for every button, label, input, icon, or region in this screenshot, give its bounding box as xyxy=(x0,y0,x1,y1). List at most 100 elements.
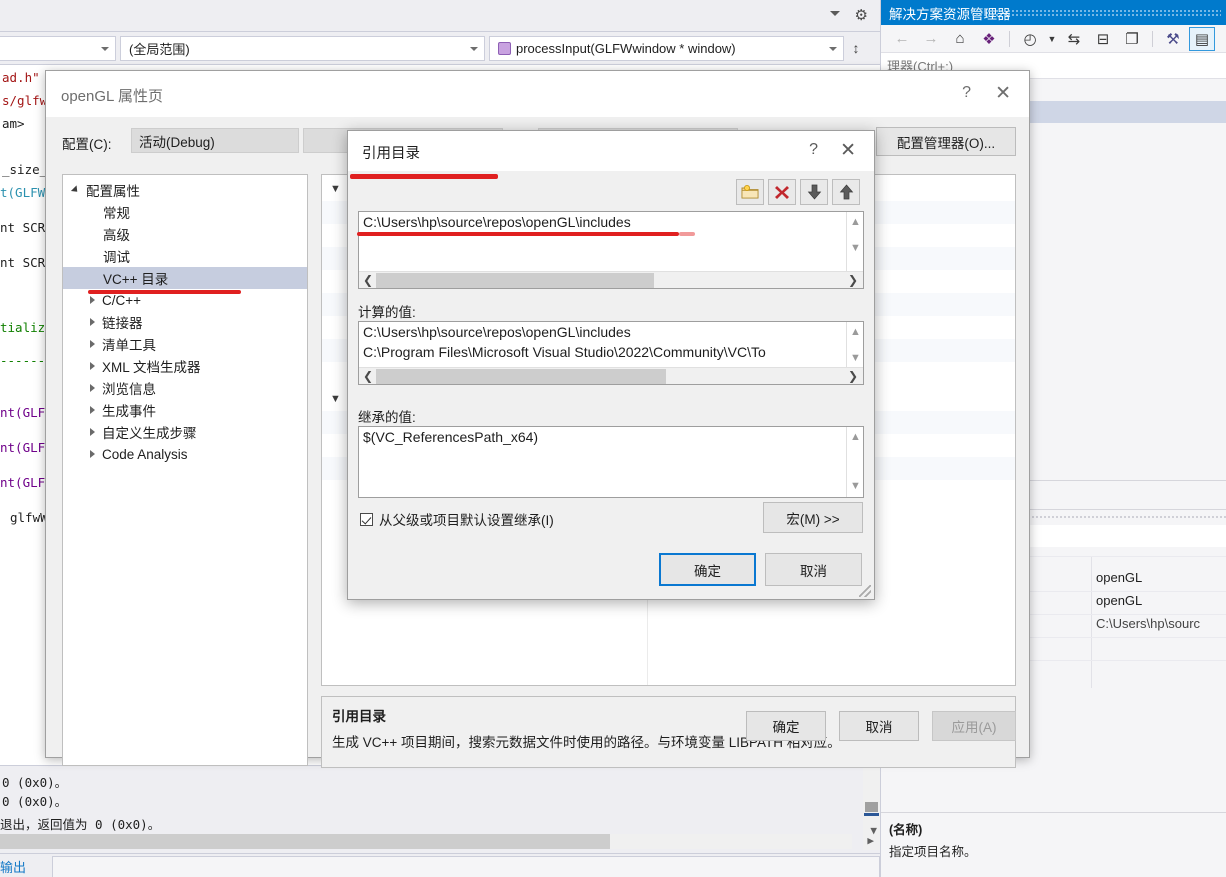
reference-dialog-toolbar xyxy=(736,179,860,205)
scroll-down-icon[interactable]: ▼ xyxy=(847,478,864,495)
tree-item-vcpp-directories[interactable]: VC++ 目录 xyxy=(63,267,307,289)
inherited-value-box[interactable]: $(VC_ReferencesPath_x64) ▲ ▼ xyxy=(358,426,864,498)
tree-item-label: VC++ 目录 xyxy=(103,272,169,287)
scroll-right-icon[interactable]: ❯ xyxy=(845,272,861,289)
sync-icon[interactable]: ⇆ xyxy=(1061,27,1087,51)
wrench-icon[interactable]: ⚒ xyxy=(1160,27,1186,51)
scroll-up-icon[interactable]: ▲ xyxy=(847,214,864,231)
delete-icon[interactable] xyxy=(768,179,796,205)
list-horizontal-scrollbar[interactable]: ❮ ❯ xyxy=(359,271,863,288)
tree-item-xml-doc-generator[interactable]: XML 文档生成器 xyxy=(63,355,307,377)
collapsed-arrow-icon[interactable] xyxy=(90,428,95,436)
cancel-button[interactable]: 取消 xyxy=(839,711,919,741)
collapse-all-icon[interactable]: ⊟ xyxy=(1090,27,1116,51)
reference-directories-dialog: 引用目录 ? ✕ C:\Users\hp\source\repos\openGL… xyxy=(347,130,875,600)
scroll-left-icon[interactable]: ❮ xyxy=(360,272,376,289)
pending-changes-icon[interactable]: ◴ xyxy=(1017,27,1043,51)
move-up-icon[interactable] xyxy=(832,179,860,205)
properties-description-text: 指定项目名称。 xyxy=(889,845,977,859)
collapsed-arrow-icon[interactable] xyxy=(90,318,95,326)
code-line: nt SCR xyxy=(0,255,46,270)
scope-selector-value: (全局范围) xyxy=(129,41,190,57)
forward-icon[interactable]: → xyxy=(918,27,944,51)
chevron-down-icon[interactable] xyxy=(830,11,840,16)
property-tree[interactable]: 配置属性 常规 高级 调试 VC++ 目录 C/C++ 链接器 清单工具 XML… xyxy=(62,174,308,766)
scrollbar-thumb[interactable] xyxy=(865,802,878,812)
output-pane[interactable]: 0 (0x0)。 0 (0x0)。 退出，返回值为 0 (0x0)。 ▼ ▶ 输… xyxy=(0,765,880,877)
tree-item-browse-information[interactable]: 浏览信息 xyxy=(63,377,307,399)
scroll-left-icon[interactable]: ❮ xyxy=(360,368,376,385)
new-folder-icon[interactable] xyxy=(736,179,764,205)
project-selector-combo[interactable] xyxy=(0,35,116,61)
move-down-icon[interactable] xyxy=(800,179,828,205)
configuration-manager-button[interactable]: 配置管理器(O)... xyxy=(876,127,1016,156)
copy-icon[interactable]: ❐ xyxy=(1119,27,1145,51)
back-icon[interactable]: ← xyxy=(889,27,915,51)
scope-selector-combo[interactable]: (全局范围) xyxy=(120,35,485,61)
reference-cancel-button[interactable]: 取消 xyxy=(765,553,862,586)
list-item[interactable]: C:\Users\hp\source\repos\openGL\includes xyxy=(363,214,631,230)
evaluated-value-box[interactable]: C:\Users\hp\source\repos\openGL\includes… xyxy=(358,321,864,385)
properties-icon[interactable]: ▤ xyxy=(1189,26,1215,51)
output-line: 0 (0x0)。 xyxy=(2,775,68,790)
output-horizontal-scrollbar[interactable] xyxy=(0,834,852,849)
collapsed-arrow-icon[interactable] xyxy=(90,384,95,392)
evaluated-value-line: C:\Program Files\Microsoft Visual Studio… xyxy=(363,344,766,360)
code-line: nt(GLF xyxy=(0,475,46,490)
macros-button[interactable]: 宏(M) >> xyxy=(763,502,863,533)
tree-item-configuration-properties[interactable]: 配置属性 xyxy=(63,179,307,201)
collapsed-arrow-icon[interactable] xyxy=(90,406,95,414)
help-icon[interactable]: ? xyxy=(809,141,818,159)
scrollbar-thumb[interactable] xyxy=(376,273,654,288)
scrollbar-thumb[interactable] xyxy=(376,369,666,384)
method-icon xyxy=(498,41,511,55)
evaluated-value-line: C:\Users\hp\source\repos\openGL\includes xyxy=(363,324,631,340)
evaluated-vertical-scrollbar[interactable]: ▲ ▼ xyxy=(846,322,863,367)
vs-logo-icon[interactable]: ❖ xyxy=(976,27,1002,51)
checkbox-box[interactable] xyxy=(360,512,373,526)
tree-item-custom-build-step[interactable]: 自定义生成步骤 xyxy=(63,421,307,443)
member-selector-combo[interactable]: processInput(GLFWwindow * window) xyxy=(489,35,844,61)
inherited-vertical-scrollbar[interactable]: ▲ ▼ xyxy=(846,427,863,497)
tab-strip-box xyxy=(52,856,880,877)
inherit-checkbox[interactable]: 从父级或项目默认设置继承(I) xyxy=(360,509,554,529)
scrollbar-thumb[interactable] xyxy=(0,834,610,849)
reference-ok-button[interactable]: 确定 xyxy=(659,553,756,586)
evaluated-horizontal-scrollbar[interactable]: ❮ ❯ xyxy=(359,367,863,384)
scroll-down-icon[interactable]: ▼ xyxy=(847,350,864,367)
scroll-up-icon[interactable]: ▲ xyxy=(847,324,864,341)
tree-item-debug[interactable]: 调试 xyxy=(63,245,307,267)
collapsed-arrow-icon[interactable] xyxy=(90,296,95,304)
scroll-down-icon[interactable]: ▼ xyxy=(847,240,864,257)
home-icon[interactable]: ⌂ xyxy=(947,27,973,51)
collapsed-arrow-icon[interactable] xyxy=(90,340,95,348)
configuration-combo[interactable]: 活动(Debug) xyxy=(131,128,299,153)
chevron-down-icon[interactable]: ▼ xyxy=(1046,27,1058,51)
chevron-down-icon xyxy=(101,46,109,51)
scroll-right-icon[interactable]: ❯ xyxy=(845,368,861,385)
gear-icon[interactable]: ⚙ xyxy=(855,6,868,24)
scroll-right-icon[interactable]: ▶ xyxy=(867,834,874,847)
tree-item-advanced[interactable]: 高级 xyxy=(63,223,307,245)
tree-item-manifest-tool[interactable]: 清单工具 xyxy=(63,333,307,355)
collapsed-arrow-icon[interactable] xyxy=(90,362,95,370)
drag-grip-icon[interactable] xyxy=(971,9,1221,17)
close-icon[interactable]: ✕ xyxy=(995,82,1011,105)
resize-grip-icon[interactable] xyxy=(859,585,871,597)
tree-item-build-events[interactable]: 生成事件 xyxy=(63,399,307,421)
property-value: openGL xyxy=(1096,570,1143,585)
collapsed-arrow-icon[interactable] xyxy=(90,450,95,458)
tree-item-general[interactable]: 常规 xyxy=(63,201,307,223)
close-icon[interactable]: ✕ xyxy=(840,139,856,162)
scroll-up-icon[interactable]: ▲ xyxy=(847,429,864,446)
annotation-underline xyxy=(679,232,695,236)
help-icon[interactable]: ? xyxy=(962,84,971,102)
split-editor-icon[interactable]: ↕ xyxy=(848,40,864,56)
reference-directories-list[interactable]: C:\Users\hp\source\repos\openGL\includes… xyxy=(358,211,864,289)
list-vertical-scrollbar[interactable]: ▲ ▼ xyxy=(846,212,863,271)
ok-button[interactable]: 确定 xyxy=(746,711,826,741)
tree-item-code-analysis[interactable]: Code Analysis xyxy=(63,443,307,465)
tree-item-linker[interactable]: 链接器 xyxy=(63,311,307,333)
arrow-down-glyph xyxy=(807,184,821,200)
tab-output[interactable]: 输出 xyxy=(0,857,26,876)
